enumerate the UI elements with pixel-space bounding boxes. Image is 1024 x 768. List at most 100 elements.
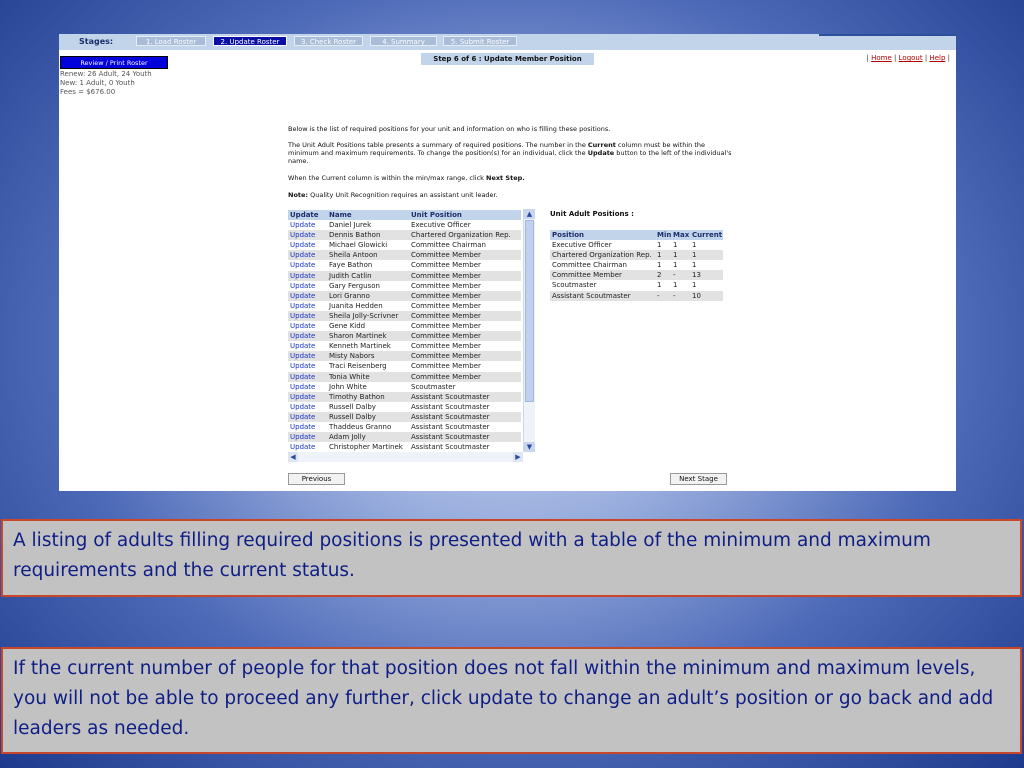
- update-link[interactable]: Update: [288, 351, 327, 362]
- update-link[interactable]: Update: [288, 260, 327, 271]
- roster-table: Update Name Unit Position Update Daniel J…: [288, 210, 521, 453]
- position-max: 1: [671, 250, 690, 261]
- member-position: Committee Member: [409, 371, 521, 382]
- stage-submit-roster[interactable]: 5. Submit Roster: [443, 36, 517, 46]
- table-row: Update Daniel Jurek Executive Officer: [288, 220, 521, 231]
- roster-header-row: Update Name Unit Position: [288, 210, 521, 221]
- position-max: 1: [671, 260, 690, 271]
- member-position: Committee Member: [409, 280, 521, 291]
- note-text: Quality Unit Recognition requires an ass…: [308, 191, 498, 199]
- table-row: Update Kenneth Martinek Committee Member: [288, 341, 521, 352]
- update-link[interactable]: Update: [288, 321, 327, 332]
- stages-label: Stages:: [79, 37, 114, 46]
- update-link[interactable]: Update: [288, 300, 327, 311]
- review-print-roster-button[interactable]: Review / Print Roster: [60, 56, 168, 69]
- fees-total: Fees = $676.00: [60, 88, 116, 96]
- member-name: Traci Reisenberg: [327, 361, 409, 372]
- member-name: Misty Nabors: [327, 351, 409, 362]
- table-row: Executive Officer 1 1 1: [550, 240, 723, 251]
- table-row: Update Sharon Martinek Committee Member: [288, 331, 521, 342]
- update-link[interactable]: Update: [288, 442, 327, 453]
- member-name: Thaddeus Granno: [327, 421, 409, 433]
- member-name: Gene Kidd: [327, 321, 409, 332]
- table-row: Update Sheila Antoon Committee Member: [288, 250, 521, 261]
- position-min: 1: [655, 240, 671, 251]
- update-link[interactable]: Update: [288, 411, 327, 422]
- scroll-up-icon[interactable]: ▲: [524, 209, 535, 219]
- roster-horizontal-scrollbar[interactable]: ◀ ▶: [288, 452, 523, 462]
- member-name: Judith Catlin: [327, 270, 409, 281]
- roster-header-name: Name: [327, 210, 409, 221]
- position-name: Committee Chairman: [550, 260, 655, 271]
- update-link[interactable]: Update: [288, 432, 327, 443]
- position-name: Committee Member: [550, 270, 655, 281]
- update-link[interactable]: Update: [288, 250, 327, 261]
- link-separator: |: [947, 54, 950, 62]
- update-link[interactable]: Update: [288, 290, 327, 301]
- instruction-text: The Unit Adult Positions table presents …: [288, 141, 588, 149]
- table-row: Update Dennis Bathon Chartered Organizatio…: [288, 230, 521, 241]
- update-link[interactable]: Update: [288, 421, 327, 433]
- member-position: Committee Chairman: [409, 240, 521, 251]
- table-row: Committee Chairman 1 1 1: [550, 260, 723, 271]
- member-name: Christopher Martinek: [327, 442, 409, 453]
- member-name: Kenneth Martinek: [327, 341, 409, 352]
- next-stage-button[interactable]: Next Stage: [670, 473, 727, 485]
- table-row: Update Lori Granno Committee Member: [288, 290, 521, 301]
- update-link[interactable]: Update: [288, 371, 327, 382]
- update-link[interactable]: Update: [288, 401, 327, 412]
- link-separator: |: [866, 54, 869, 62]
- member-position: Committee Member: [409, 341, 521, 352]
- stage-load-roster[interactable]: 1. Load Roster: [136, 36, 206, 46]
- member-name: Dennis Bathon: [327, 230, 409, 241]
- positions-header-min: Min: [655, 230, 671, 241]
- stage-check-roster[interactable]: 3. Check Roster: [294, 36, 363, 46]
- position-current: 10: [690, 290, 723, 301]
- stage-update-roster[interactable]: 2. Update Roster: [213, 36, 287, 46]
- position-max: 1: [671, 240, 690, 251]
- scroll-thumb[interactable]: [525, 220, 534, 402]
- position-min: 1: [655, 280, 671, 291]
- logout-link[interactable]: Logout: [899, 54, 923, 62]
- stage-summary[interactable]: 4. Summary: [370, 36, 437, 46]
- member-name: Sharon Martinek: [327, 331, 409, 342]
- member-position: Committee Member: [409, 361, 521, 372]
- member-name: Juanita Hedden: [327, 300, 409, 311]
- member-position: Assistant Scoutmaster: [409, 442, 521, 453]
- position-name: Assistant Scoutmaster: [550, 290, 655, 301]
- update-link[interactable]: Update: [288, 270, 327, 281]
- roster-vertical-scrollbar[interactable]: ▲ ▼: [523, 209, 535, 452]
- member-position: Assistant Scoutmaster: [409, 391, 521, 402]
- update-link[interactable]: Update: [288, 391, 327, 402]
- update-link[interactable]: Update: [288, 361, 327, 372]
- table-row: Update Faye Bathon Committee Member: [288, 260, 521, 271]
- scroll-left-icon[interactable]: ◀: [288, 452, 298, 462]
- update-link[interactable]: Update: [288, 331, 327, 342]
- member-position: Committee Member: [409, 300, 521, 311]
- home-link[interactable]: Home: [871, 54, 892, 62]
- position-name: Executive Officer: [550, 240, 655, 251]
- position-current: 1: [690, 240, 723, 251]
- member-position: Committee Member: [409, 290, 521, 301]
- link-separator: |: [924, 54, 928, 62]
- update-link[interactable]: Update: [288, 240, 327, 251]
- scroll-down-icon[interactable]: ▼: [524, 442, 535, 452]
- update-link[interactable]: Update: [288, 310, 327, 322]
- instruction-bold-next-step: Next Step.: [486, 174, 525, 182]
- member-name: Tonia White: [327, 371, 409, 382]
- update-link[interactable]: Update: [288, 280, 327, 291]
- previous-button[interactable]: Previous: [288, 473, 345, 485]
- member-name: Russell Dalby: [327, 401, 409, 412]
- update-link[interactable]: Update: [288, 341, 327, 352]
- update-link[interactable]: Update: [288, 230, 327, 241]
- scroll-right-icon[interactable]: ▶: [513, 452, 523, 462]
- position-current: 13: [690, 270, 723, 281]
- instruction-next: When the Current column is within the mi…: [288, 174, 733, 182]
- link-separator: |: [894, 54, 897, 62]
- instruction-bold-update: Update: [587, 149, 615, 157]
- help-link[interactable]: Help: [929, 54, 945, 62]
- position-min: 1: [655, 260, 671, 271]
- update-link[interactable]: Update: [288, 381, 327, 392]
- table-row: Update Juanita Hedden Committee Member: [288, 300, 521, 311]
- update-link[interactable]: Update: [288, 220, 327, 231]
